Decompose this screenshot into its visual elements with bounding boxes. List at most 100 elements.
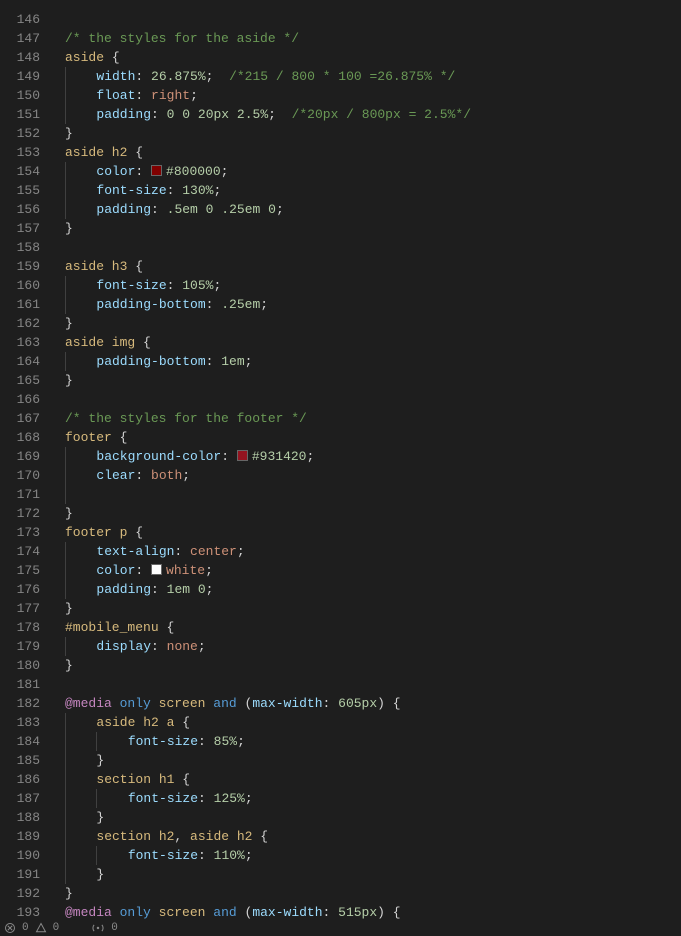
code-line[interactable]: display: none; <box>65 637 681 656</box>
code-line[interactable]: font-size: 85%; <box>65 732 681 751</box>
line-number: 162 <box>0 314 40 333</box>
code-line[interactable]: padding: 0 0 20px 2.5%; /*20px / 800px =… <box>65 105 681 124</box>
line-number: 184 <box>0 732 40 751</box>
line-number: 185 <box>0 751 40 770</box>
line-number: 150 <box>0 86 40 105</box>
code-line[interactable]: @media only screen and (max-width: 605px… <box>65 694 681 713</box>
line-number: 161 <box>0 295 40 314</box>
code-line[interactable]: aside h2 { <box>65 143 681 162</box>
code-line[interactable]: } <box>65 219 681 238</box>
line-number: 190 <box>0 846 40 865</box>
line-number: 188 <box>0 808 40 827</box>
code-line[interactable] <box>65 10 681 29</box>
code-line[interactable]: font-size: 130%; <box>65 181 681 200</box>
code-line[interactable]: } <box>65 314 681 333</box>
code-line[interactable]: } <box>65 865 681 884</box>
code-line[interactable]: padding-bottom: .25em; <box>65 295 681 314</box>
code-line[interactable]: clear: both; <box>65 466 681 485</box>
line-number: 186 <box>0 770 40 789</box>
line-number: 169 <box>0 447 40 466</box>
code-line[interactable]: footer { <box>65 428 681 447</box>
line-number: 191 <box>0 865 40 884</box>
code-line[interactable]: /* the styles for the footer */ <box>65 409 681 428</box>
code-line[interactable]: width: 26.875%; /*215 / 800 * 100 =26.87… <box>65 67 681 86</box>
warning-count: 0 <box>53 922 60 934</box>
line-number: 182 <box>0 694 40 713</box>
statusbar: 0 0 0 <box>0 920 681 936</box>
code-line[interactable]: color: #800000; <box>65 162 681 181</box>
line-number: 174 <box>0 542 40 561</box>
code-line[interactable]: color: white; <box>65 561 681 580</box>
line-number: 172 <box>0 504 40 523</box>
code-line[interactable]: } <box>65 751 681 770</box>
line-number: 164 <box>0 352 40 371</box>
line-number: 147 <box>0 29 40 48</box>
line-number: 180 <box>0 656 40 675</box>
line-number: 175 <box>0 561 40 580</box>
line-number: 156 <box>0 200 40 219</box>
line-number: 183 <box>0 713 40 732</box>
line-number: 179 <box>0 637 40 656</box>
line-number: 160 <box>0 276 40 295</box>
code-line[interactable]: section h2, aside h2 { <box>65 827 681 846</box>
code-line[interactable]: } <box>65 884 681 903</box>
line-number: 181 <box>0 675 40 694</box>
code-line[interactable]: } <box>65 599 681 618</box>
line-number: 149 <box>0 67 40 86</box>
line-number: 157 <box>0 219 40 238</box>
code-line[interactable] <box>65 390 681 409</box>
line-number: 151 <box>0 105 40 124</box>
line-number: 159 <box>0 257 40 276</box>
code-line[interactable]: text-align: center; <box>65 542 681 561</box>
code-line[interactable]: font-size: 125%; <box>65 789 681 808</box>
line-number: 167 <box>0 409 40 428</box>
line-number: 152 <box>0 124 40 143</box>
code-line[interactable]: background-color: #931420; <box>65 447 681 466</box>
code-line[interactable]: } <box>65 371 681 390</box>
code-line[interactable]: footer p { <box>65 523 681 542</box>
line-number: 168 <box>0 428 40 447</box>
line-number: 173 <box>0 523 40 542</box>
error-count: 0 <box>22 922 29 934</box>
radio-icon[interactable] <box>91 922 105 934</box>
line-number: 177 <box>0 599 40 618</box>
line-number: 163 <box>0 333 40 352</box>
code-line[interactable]: aside h2 a { <box>65 713 681 732</box>
code-line[interactable]: padding: 1em 0; <box>65 580 681 599</box>
line-number: 165 <box>0 371 40 390</box>
code-line[interactable]: font-size: 105%; <box>65 276 681 295</box>
code-line[interactable]: font-size: 110%; <box>65 846 681 865</box>
code-line[interactable]: aside h3 { <box>65 257 681 276</box>
code-line[interactable]: float: right; <box>65 86 681 105</box>
code-line[interactable]: #mobile_menu { <box>65 618 681 637</box>
line-number: 146 <box>0 10 40 29</box>
code-line[interactable]: aside img { <box>65 333 681 352</box>
code-line[interactable]: padding-bottom: 1em; <box>65 352 681 371</box>
code-line[interactable]: aside { <box>65 48 681 67</box>
code-line[interactable]: section h1 { <box>65 770 681 789</box>
line-number: 178 <box>0 618 40 637</box>
line-number-gutter: 1461471481491501511521531541551561571581… <box>0 0 55 936</box>
line-number: 153 <box>0 143 40 162</box>
line-number: 189 <box>0 827 40 846</box>
code-line[interactable]: } <box>65 656 681 675</box>
code-line[interactable]: padding: .5em 0 .25em 0; <box>65 200 681 219</box>
code-line[interactable] <box>65 675 681 694</box>
line-number: 154 <box>0 162 40 181</box>
code-line[interactable]: } <box>65 808 681 827</box>
code-editor[interactable]: 1461471481491501511521531541551561571581… <box>0 0 681 936</box>
code-content[interactable]: /* the styles for the aside */aside { wi… <box>55 0 681 936</box>
radio-count: 0 <box>111 922 118 934</box>
code-line[interactable]: } <box>65 504 681 523</box>
line-number: 187 <box>0 789 40 808</box>
line-number: 170 <box>0 466 40 485</box>
code-line[interactable]: /* the styles for the aside */ <box>65 29 681 48</box>
line-number: 158 <box>0 238 40 257</box>
code-line[interactable] <box>65 485 681 504</box>
error-icon[interactable] <box>4 922 16 934</box>
line-number: 166 <box>0 390 40 409</box>
code-line[interactable]: } <box>65 124 681 143</box>
line-number: 192 <box>0 884 40 903</box>
warning-icon[interactable] <box>35 922 47 934</box>
code-line[interactable] <box>65 238 681 257</box>
